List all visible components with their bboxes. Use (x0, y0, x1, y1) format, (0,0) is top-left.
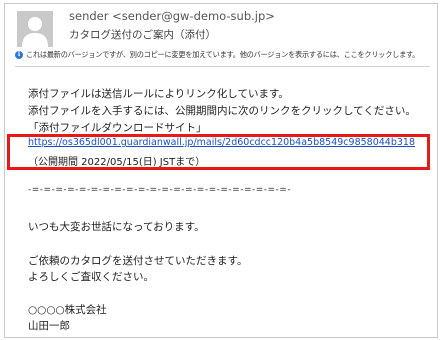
separator-line: -=-=-=-=-=-=-=-=-=-=-=-=-=-=-=-=-=-=-=-=… (28, 185, 292, 195)
company-name: ○○○○株式会社 (28, 304, 107, 316)
link-highlight-box (7, 134, 430, 170)
request-line-2: よろしくご査収ください。 (28, 271, 154, 283)
info-bar-text: これは最新のバージョンですが、別のコピーに変更を加えています。他のバージョンを表… (26, 50, 420, 59)
email-window: sender <sender@gw-demo-sub.jp> カタログ送付のご案… (4, 3, 438, 338)
signer-name: 山田一郎 (28, 320, 70, 332)
email-header: sender <sender@gw-demo-sub.jp> カタログ送付のご案… (5, 4, 437, 54)
request-line-1: ご依頼のカタログを送付させていただきます。 (28, 255, 248, 267)
body-line-3: 「添付ファイルダウンロードサイト」 (28, 122, 207, 134)
person-avatar-icon (17, 11, 53, 47)
body-line-2: 添付ファイルを入手するには、公開期間内に次のリンクをクリックしてください。 (28, 105, 416, 117)
greeting-line: いつも大変お世話になっております。 (28, 221, 205, 233)
email-subject: カタログ送付のご案内（添付） (69, 29, 216, 41)
body-line-1: 添付ファイルは送信ルールによりリンク化しています。 (28, 88, 289, 100)
version-info-bar[interactable]: i これは最新のバージョンですが、別のコピーに変更を加えています。他のバージョン… (15, 48, 435, 62)
header-divider (15, 66, 430, 67)
sender-address[interactable]: sender <sender@gw-demo-sub.jp> (69, 9, 275, 23)
info-icon: i (15, 51, 23, 59)
